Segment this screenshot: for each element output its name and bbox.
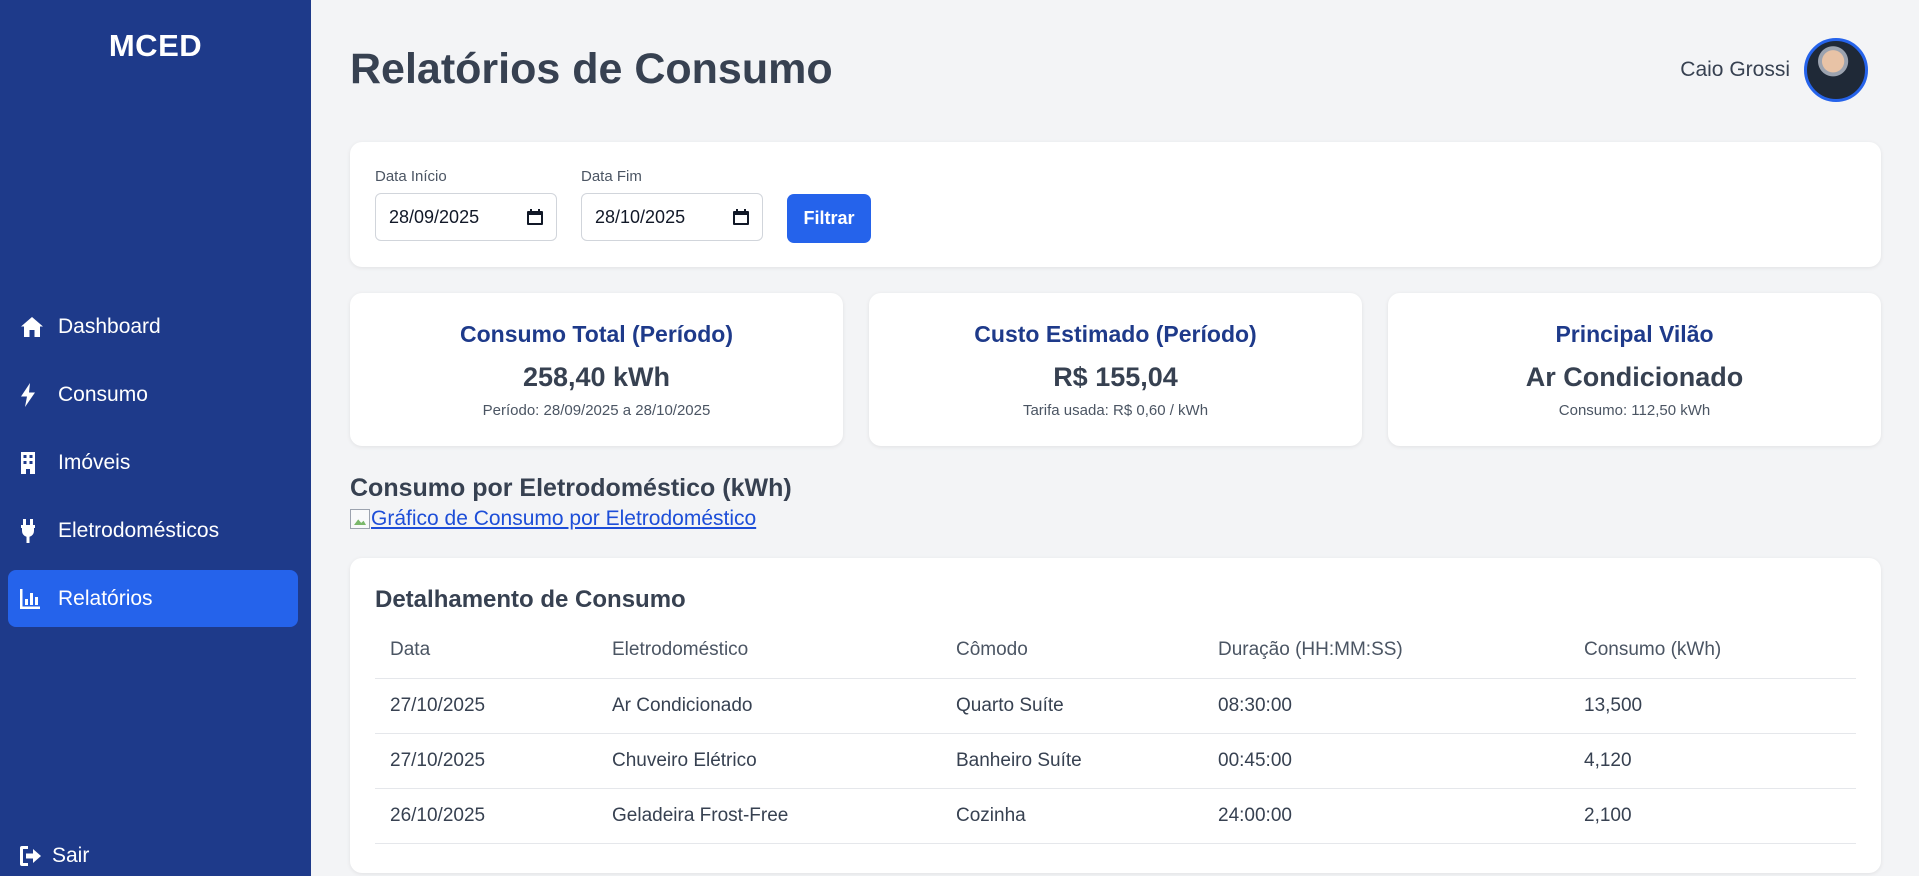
start-date-label: Data Início: [375, 168, 447, 185]
stat-subtitle: Período: 28/09/2025 a 28/10/2025: [482, 402, 711, 419]
cell-room: Banheiro Suíte: [941, 733, 1203, 789]
user-menu[interactable]: Caio Grossi: [1680, 38, 1868, 102]
sidebar-item-relatorios[interactable]: Relatórios: [8, 570, 298, 627]
consumption-table: Data Eletrodoméstico Cômodo Duração (HH:…: [375, 623, 1856, 844]
sidebar-item-label: Consumo: [58, 382, 148, 406]
cell-duration: 24:00:00: [1203, 788, 1569, 844]
home-icon: [20, 315, 52, 339]
table-title: Detalhamento de Consumo: [375, 586, 686, 613]
stat-card-total-consumption: Consumo Total (Período) 258,40 kWh Perío…: [350, 293, 843, 446]
avatar[interactable]: [1804, 38, 1868, 102]
sidebar: MCED Dashboard Consumo Imóveis Eletrodom…: [0, 0, 311, 876]
brand-logo[interactable]: MCED: [0, 28, 311, 64]
start-date-value: 28/09/2025: [389, 206, 480, 227]
user-name: Caio Grossi: [1680, 58, 1790, 81]
start-date-input[interactable]: 28/09/2025: [375, 193, 557, 241]
cell-room: Cozinha: [941, 788, 1203, 844]
bolt-icon: [20, 382, 52, 407]
cell-date: 27/10/2025: [375, 733, 597, 789]
cell-duration: 00:45:00: [1203, 733, 1569, 789]
page-title: Relatórios de Consumo: [350, 45, 833, 93]
stat-title: Consumo Total (Período): [459, 321, 733, 347]
column-header-appliance: Eletrodoméstico: [597, 623, 941, 679]
sidebar-item-label: Imóveis: [58, 450, 131, 474]
end-date-input[interactable]: 28/10/2025: [581, 193, 763, 241]
table-row: 26/10/2025 Geladeira Frost-Free Cozinha …: [375, 788, 1856, 844]
cell-appliance: Geladeira Frost-Free: [597, 788, 941, 844]
stat-value: Ar Condicionado: [1525, 362, 1744, 392]
end-date-label: Data Fim: [581, 168, 642, 185]
chart-image-link[interactable]: Gráfico de Consumo por Eletrodoméstico: [350, 507, 756, 531]
broken-image-icon: [350, 509, 370, 529]
start-date-field: Data Início 28/09/2025: [375, 168, 557, 241]
cell-room: Quarto Suíte: [941, 678, 1203, 734]
sign-out-icon: [20, 846, 52, 866]
sidebar-item-label: Eletrodomésticos: [58, 518, 220, 542]
stat-value: 258,40 kWh: [522, 362, 671, 392]
chart-heading: Consumo por Eletrodoméstico (kWh): [350, 474, 792, 502]
sidebar-item-label: Dashboard: [58, 314, 161, 338]
column-header-room: Cômodo: [941, 623, 1203, 679]
filter-card: Data Início 28/09/2025 Data Fim 28/10/20…: [350, 142, 1881, 267]
sidebar-item-eletrodomesticos[interactable]: Eletrodomésticos: [8, 502, 298, 559]
stat-card-main-villain: Principal Vilão Ar Condicionado Consumo:…: [1388, 293, 1881, 446]
sidebar-nav: Dashboard Consumo Imóveis Eletrodoméstic…: [8, 298, 298, 638]
end-date-field: Data Fim 28/10/2025: [581, 168, 763, 241]
sidebar-item-dashboard[interactable]: Dashboard: [8, 298, 298, 355]
calendar-icon[interactable]: [733, 209, 749, 225]
end-date-value: 28/10/2025: [595, 206, 686, 227]
consumption-detail-card: Detalhamento de Consumo Data Eletrodomés…: [350, 558, 1881, 873]
cell-consumption: 4,120: [1569, 733, 1856, 789]
cell-date: 27/10/2025: [375, 678, 597, 734]
table-header-row: Data Eletrodoméstico Cômodo Duração (HH:…: [375, 623, 1856, 679]
building-icon: [20, 451, 52, 475]
plug-icon: [20, 518, 52, 543]
cell-date: 26/10/2025: [375, 788, 597, 844]
column-header-consumption: Consumo (kWh): [1569, 623, 1856, 679]
cell-appliance: Chuveiro Elétrico: [597, 733, 941, 789]
stat-card-estimated-cost: Custo Estimado (Período) R$ 155,04 Tarif…: [869, 293, 1362, 446]
stat-title: Custo Estimado (Período): [974, 321, 1257, 347]
sidebar-item-imoveis[interactable]: Imóveis: [8, 434, 298, 491]
stat-title: Principal Vilão: [1555, 321, 1714, 347]
logout-label: Sair: [52, 844, 90, 867]
cell-consumption: 13,500: [1569, 678, 1856, 734]
column-header-date: Data: [375, 623, 597, 679]
cell-appliance: Ar Condicionado: [597, 678, 941, 734]
chart-image-alt: Gráfico de Consumo por Eletrodoméstico: [371, 507, 757, 530]
table-row: 27/10/2025 Ar Condicionado Quarto Suíte …: [375, 678, 1856, 734]
stat-value: R$ 155,04: [1053, 362, 1178, 392]
stat-subtitle: Consumo: 112,50 kWh: [1558, 402, 1711, 419]
filter-button[interactable]: Filtrar: [787, 194, 871, 243]
cell-consumption: 2,100: [1569, 788, 1856, 844]
main-content: Relatórios de Consumo Caio Grossi Data I…: [311, 0, 1919, 876]
chart-icon: [20, 587, 52, 611]
cell-duration: 08:30:00: [1203, 678, 1569, 734]
logout-button[interactable]: Sair: [20, 844, 89, 868]
column-header-duration: Duração (HH:MM:SS): [1203, 623, 1569, 679]
table-row: 27/10/2025 Chuveiro Elétrico Banheiro Su…: [375, 733, 1856, 789]
sidebar-item-consumo[interactable]: Consumo: [8, 366, 298, 423]
sidebar-item-label: Relatórios: [58, 586, 153, 610]
stat-subtitle: Tarifa usada: R$ 0,60 / kWh: [1022, 402, 1209, 419]
calendar-icon[interactable]: [527, 209, 543, 225]
